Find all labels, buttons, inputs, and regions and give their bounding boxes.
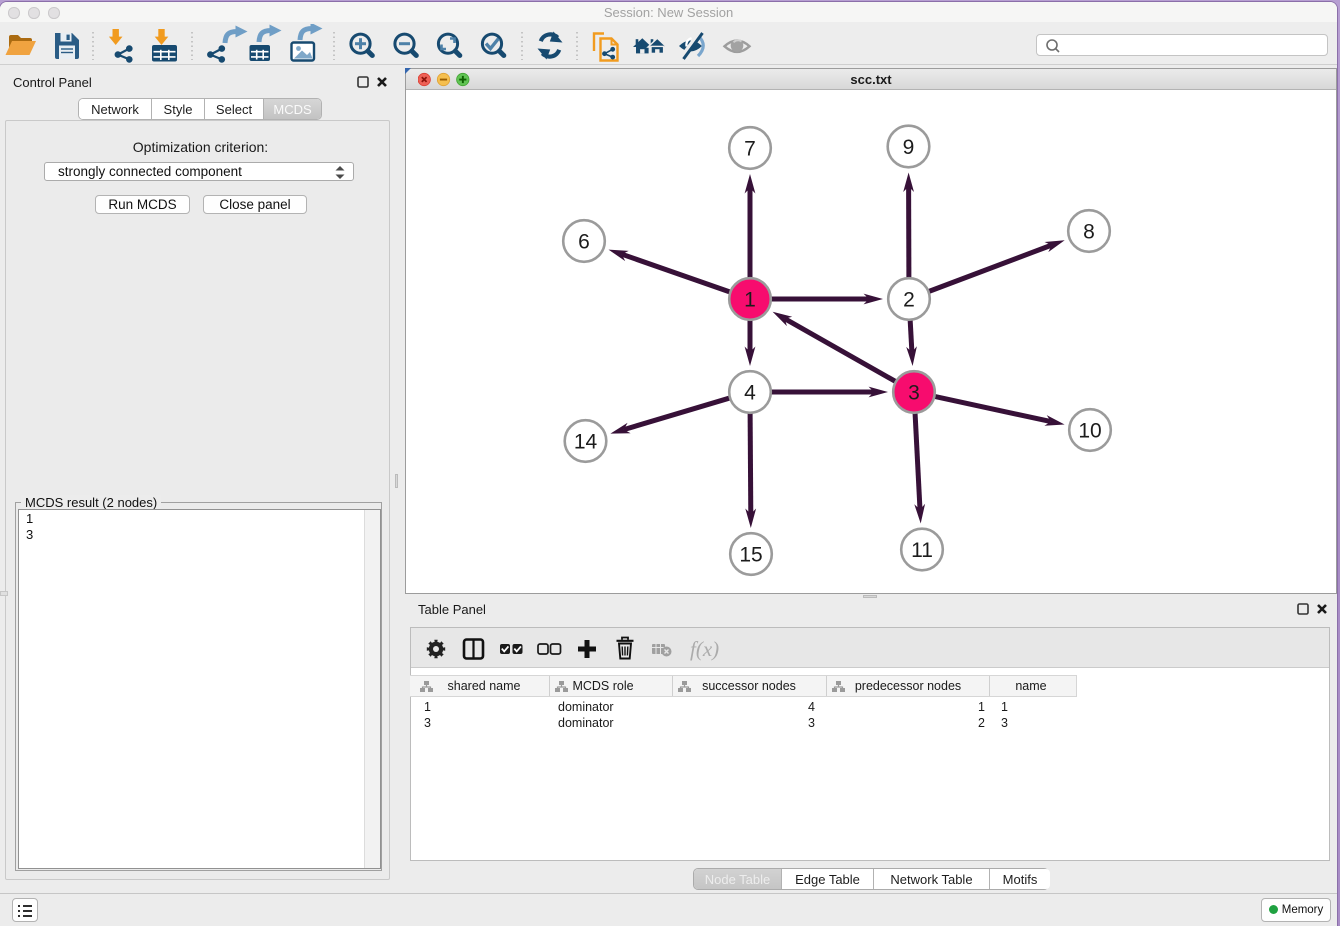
svg-text:8: 8: [1083, 221, 1095, 244]
svg-text:4: 4: [744, 382, 756, 405]
svg-text:2: 2: [903, 289, 915, 312]
svg-text:15: 15: [739, 544, 762, 567]
svg-text:9: 9: [903, 136, 915, 159]
svg-text:3: 3: [908, 382, 920, 405]
svg-text:14: 14: [574, 431, 598, 454]
svg-text:f(x): f(x): [690, 637, 719, 661]
svg-text:1: 1: [744, 289, 756, 312]
svg-text:7: 7: [744, 138, 756, 161]
svg-text:11: 11: [911, 539, 933, 562]
svg-text:10: 10: [1078, 420, 1101, 443]
svg-text:6: 6: [578, 231, 590, 254]
